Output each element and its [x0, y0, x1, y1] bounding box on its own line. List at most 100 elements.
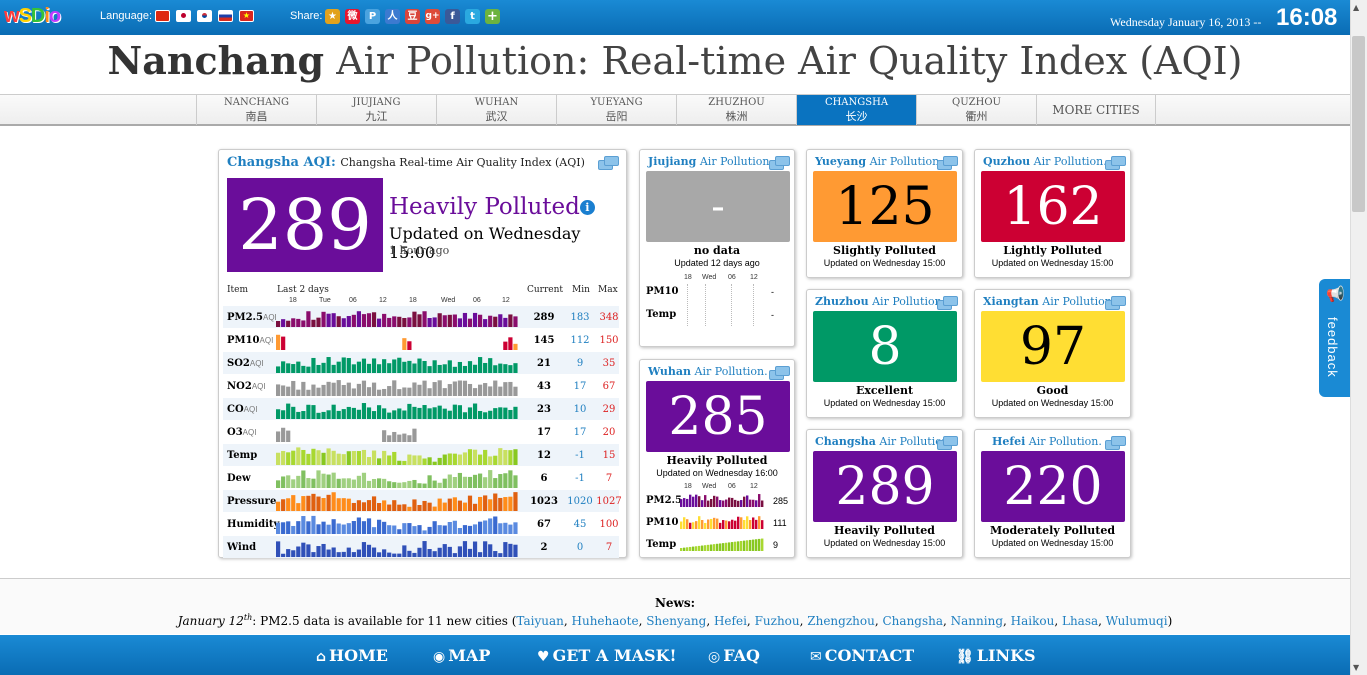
pollutant-label[interactable]: Temp: [227, 450, 257, 461]
pollutant-label[interactable]: COAQI: [227, 404, 257, 415]
news-city-link[interactable]: Nanning: [951, 614, 1003, 628]
sparkline-chart[interactable]: [276, 422, 520, 442]
xiangtan-card[interactable]: Xiangtan Air Pollution. 97 Good Updated …: [974, 289, 1131, 418]
pollutant-label[interactable]: SO2AQI: [227, 358, 264, 369]
nav-home[interactable]: ⌂ HOME: [316, 646, 388, 665]
tab-more-cities[interactable]: MORE CITIES: [1036, 95, 1156, 125]
news-city-link[interactable]: Huhehaote: [572, 614, 639, 628]
news-city-link[interactable]: Zhengzhou: [807, 614, 875, 628]
tab-nanchang[interactable]: NANCHANG 南昌: [196, 95, 316, 125]
pollutant-label[interactable]: Pressure: [227, 496, 276, 507]
city-card-title[interactable]: Jiujiang Air Pollution.: [648, 155, 773, 168]
info-icon[interactable]: i: [579, 200, 595, 215]
scroll-down-icon[interactable]: ▼: [1353, 663, 1359, 672]
plus-share-icon[interactable]: +: [485, 9, 500, 24]
tab-wuhan[interactable]: WUHAN 武汉: [436, 95, 556, 125]
city-card-title[interactable]: Quzhou Air Pollution.: [983, 155, 1107, 168]
nav-faq[interactable]: ◎ FAQ: [708, 646, 760, 665]
vietnam-flag-icon[interactable]: ★: [239, 10, 254, 22]
city-card-title[interactable]: Changsha Air Pollution: [815, 435, 949, 448]
news-city-link[interactable]: Shenyang: [646, 614, 706, 628]
nav-get-a-mask[interactable]: ♥ GET A MASK!: [537, 646, 677, 665]
zhuzhou-card[interactable]: Zhuzhou Air Pollution. 8 Excellent Updat…: [806, 289, 963, 418]
china-flag-icon[interactable]: [155, 10, 170, 22]
sparkline-chart[interactable]: [276, 514, 520, 534]
pollutant-label[interactable]: PM10AQI: [227, 335, 273, 346]
twitter-share-icon[interactable]: t: [465, 9, 480, 24]
sparkline-chart[interactable]: [276, 468, 520, 488]
douban-share-icon[interactable]: 豆: [405, 9, 420, 24]
sparkline-chart[interactable]: [276, 353, 520, 373]
widget-icon[interactable]: [769, 366, 790, 380]
widget-icon[interactable]: [598, 156, 619, 170]
mini-sparkline-bar: [695, 494, 698, 507]
sparkline-bar: [382, 549, 387, 557]
google-plus-share-icon[interactable]: g+: [425, 9, 440, 24]
pollutant-label[interactable]: PM2.5AQI: [227, 312, 277, 323]
city-card-title[interactable]: Zhuzhou Air Pollution.: [815, 295, 945, 308]
star-share-icon[interactable]: ★: [325, 9, 340, 24]
japan-flag-icon[interactable]: [176, 10, 191, 22]
nav-map[interactable]: ◉ MAP: [433, 646, 490, 665]
news-city-link[interactable]: Wulumuqi: [1106, 614, 1168, 628]
quzhou-card[interactable]: Quzhou Air Pollution. 162 Lightly Pollut…: [974, 149, 1131, 278]
min-value: 17: [573, 381, 587, 392]
tab-yueyang[interactable]: YUEYANG 岳阳: [556, 95, 676, 125]
widget-icon[interactable]: [1105, 296, 1126, 310]
hefei-card[interactable]: Hefei Air Pollution. 220 Moderately Poll…: [974, 429, 1131, 558]
nav-links[interactable]: ⛓ LINKS: [956, 646, 1036, 665]
city-card-title[interactable]: Hefei Air Pollution.: [992, 435, 1102, 448]
widget-icon[interactable]: [937, 156, 958, 170]
scroll-up-icon[interactable]: ▲: [1353, 3, 1359, 12]
sparkline-chart[interactable]: [276, 376, 520, 396]
renren-share-icon[interactable]: 人: [385, 9, 400, 24]
pollutant-label[interactable]: O3AQI: [227, 427, 256, 438]
news-city-link[interactable]: Lhasa: [1062, 614, 1098, 628]
sparkline-chart[interactable]: [276, 330, 520, 350]
city-card-title[interactable]: Wuhan Air Pollution.: [648, 365, 768, 378]
widget-icon[interactable]: [1105, 436, 1126, 450]
news-city-link[interactable]: Haikou: [1011, 614, 1055, 628]
pollutant-label[interactable]: Dew: [227, 473, 251, 484]
widget-icon[interactable]: [937, 296, 958, 310]
wuhan-card[interactable]: Wuhan Air Pollution. 285 Heavily Pollute…: [639, 359, 795, 558]
city-card-title[interactable]: Yueyang Air Pollution.: [815, 155, 943, 168]
changsha-card[interactable]: Changsha Air Pollution 289 Heavily Pollu…: [806, 429, 963, 558]
widget-icon[interactable]: [769, 156, 790, 170]
tab-quzhou[interactable]: QUZHOU 衢州: [916, 95, 1036, 125]
sparkline-bar: [392, 451, 397, 465]
tab-changsha[interactable]: CHANGSHA 长沙: [796, 95, 916, 125]
sparkline-chart[interactable]: [276, 445, 520, 465]
city-card-title[interactable]: Xiangtan Air Pollution.: [983, 295, 1115, 308]
site-logo[interactable]: wSDio: [4, 5, 61, 31]
sparkline-chart[interactable]: [276, 537, 520, 557]
main-card-city[interactable]: Changsha AQI: [227, 155, 331, 170]
sparkline-chart[interactable]: [276, 307, 520, 327]
widget-icon[interactable]: [1105, 156, 1126, 170]
russia-flag-icon[interactable]: [218, 10, 233, 22]
pollutant-label[interactable]: NO2AQI: [227, 381, 266, 392]
pollutant-label[interactable]: Humidity: [227, 519, 279, 530]
mini-sparkline-bar: [743, 496, 746, 507]
nav-contact[interactable]: ✉ CONTACT: [810, 646, 914, 665]
facebook-share-icon[interactable]: f: [445, 9, 460, 24]
news-city-link[interactable]: Hefei: [714, 614, 747, 628]
jiujiang-card[interactable]: Jiujiang Air Pollution. - no data Update…: [639, 149, 795, 347]
pin-share-icon[interactable]: P: [365, 9, 380, 24]
sparkline-bar: [291, 318, 296, 327]
tab-zhuzhou[interactable]: ZHUZHOU 株洲: [676, 95, 796, 125]
sparkline-chart[interactable]: [276, 399, 520, 419]
news-city-link[interactable]: Changsha: [883, 614, 944, 628]
scrollbar-thumb[interactable]: [1352, 36, 1365, 212]
korea-flag-icon[interactable]: [197, 10, 212, 22]
pollutant-label[interactable]: Wind: [227, 542, 256, 553]
tab-jiujiang[interactable]: JIUJIANG 九江: [316, 95, 436, 125]
news-city-link[interactable]: Fuzhou: [755, 614, 800, 628]
widget-icon[interactable]: [937, 436, 958, 450]
yueyang-card[interactable]: Yueyang Air Pollution. 125 Slightly Poll…: [806, 149, 963, 278]
feedback-button[interactable]: 📢 feedback: [1319, 279, 1350, 397]
sparkline-bar: [341, 318, 346, 327]
news-city-link[interactable]: Taiyuan: [516, 614, 563, 628]
sparkline-chart[interactable]: [276, 491, 520, 511]
weibo-share-icon[interactable]: 微: [345, 9, 360, 24]
